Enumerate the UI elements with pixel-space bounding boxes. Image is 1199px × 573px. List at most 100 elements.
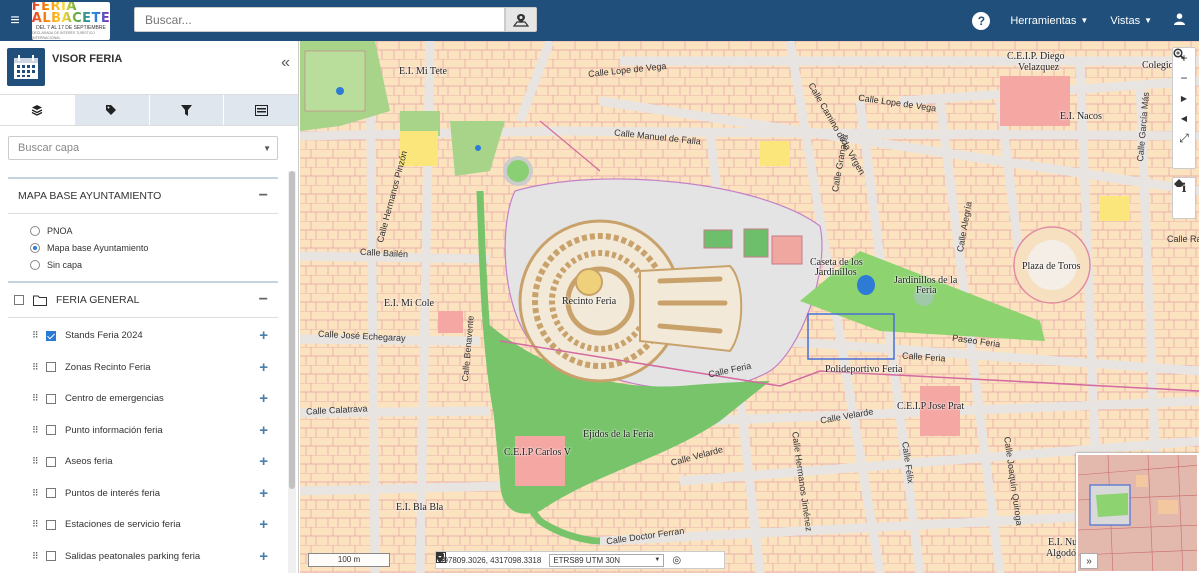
group-checkbox[interactable]: [14, 295, 24, 305]
map-label: E.I. Mi Cole: [384, 298, 434, 309]
user-icon[interactable]: [1174, 13, 1185, 28]
tab-legend[interactable]: [224, 95, 298, 125]
previous-view-icon[interactable]: ◀: [1173, 108, 1195, 128]
layer-row[interactable]: ⠿ Aseos feria +: [8, 446, 278, 478]
herramientas-menu[interactable]: Herramientas ▼: [1010, 15, 1088, 27]
drag-handle-icon[interactable]: ⠿: [32, 362, 40, 372]
drag-handle-icon[interactable]: ⠿: [32, 425, 40, 435]
layer-checkbox[interactable]: [46, 519, 56, 530]
radio-label: Sin capa: [47, 259, 83, 270]
plus-icon[interactable]: +: [259, 359, 268, 376]
radio-mapa-base[interactable]: Mapa base Ayuntamiento: [8, 239, 278, 256]
buscar-capa-placeholder: Buscar capa: [18, 142, 80, 154]
layer-row[interactable]: ⠿ Estaciones de servicio feria +: [8, 509, 278, 541]
tab-layers[interactable]: [0, 95, 75, 125]
collapse-minus-icon[interactable]: −: [259, 187, 268, 205]
buscar-capa-select[interactable]: Buscar capa ▼: [8, 136, 278, 160]
plus-icon[interactable]: +: [259, 390, 268, 407]
overview-map[interactable]: »: [1076, 453, 1199, 573]
sidebar-tabs: [0, 94, 298, 126]
map-canvas[interactable]: E.I. Mi Tete C.E.I.P. Diego Velazquez E.…: [300, 41, 1199, 573]
drag-handle-icon[interactable]: ⠿: [32, 551, 40, 561]
sidebar-scrollbar[interactable]: [288, 171, 296, 573]
projection-value: ETRS89 UTM 30N: [553, 555, 621, 565]
radio-button[interactable]: [30, 259, 40, 270]
tab-tags[interactable]: [74, 95, 150, 125]
radio-sin-capa[interactable]: Sin capa: [8, 256, 278, 273]
radio-pnoa[interactable]: PNOA: [8, 222, 278, 239]
collapse-sidebar-icon[interactable]: «: [281, 54, 290, 72]
map-label: Ejidos de la Feria: [583, 429, 654, 440]
drag-handle-icon[interactable]: ⠿: [32, 331, 40, 340]
layer-row[interactable]: ⠿ Stands Feria 2024 +: [8, 320, 278, 352]
hamburger-menu-icon[interactable]: ≡: [0, 0, 30, 41]
map-label: E.I. Nacos: [1060, 111, 1102, 122]
overview-toggle-button[interactable]: »: [1080, 553, 1098, 569]
layer-checkbox[interactable]: [46, 362, 56, 373]
locate-search-button[interactable]: [505, 7, 537, 32]
collapse-minus-icon[interactable]: −: [259, 291, 268, 309]
base-map-header[interactable]: MAPA BASE AYUNTAMIENTO −: [8, 177, 278, 213]
scrollbar-thumb[interactable]: [289, 171, 295, 489]
eraser-icon[interactable]: [1173, 179, 1195, 218]
chevron-down-icon: ▼: [1144, 16, 1152, 25]
map-label: C.E.I.P Carlos V: [504, 447, 571, 458]
feria-general-section: FERIA GENERAL − ⠿ Stands Feria 2024 + ⠿ Zon…: [8, 281, 278, 572]
layer-row[interactable]: ⠿ Puntos de interés feria +: [8, 478, 278, 510]
layer-checkbox[interactable]: [46, 456, 56, 467]
radio-button[interactable]: [30, 225, 40, 236]
chevron-down-icon: ▼: [654, 557, 661, 563]
layer-label: Puntos de interés feria: [65, 487, 161, 499]
search-input[interactable]: [134, 7, 505, 32]
layer-checkbox[interactable]: [46, 330, 56, 341]
map-toolbar: + − ▶ ◀ ⤢: [1172, 47, 1196, 169]
base-map-section: MAPA BASE AYUNTAMIENTO − PNOA Mapa base …: [8, 177, 278, 273]
coordinates-readout: 597809.3026, 4317098.3318: [439, 555, 542, 565]
drag-handle-icon[interactable]: ⠿: [32, 488, 40, 498]
layer-row[interactable]: ⠿ Zonas Recinto Feria +: [8, 352, 278, 384]
radio-button[interactable]: [30, 242, 40, 253]
layers-icon: [31, 105, 43, 116]
layer-label: Zonas Recinto Feria: [65, 361, 151, 373]
chevron-down-icon: ▼: [263, 143, 271, 153]
zoom-out-icon[interactable]: −: [1173, 68, 1195, 88]
plus-icon[interactable]: +: [259, 422, 268, 439]
drag-handle-icon[interactable]: ⠿: [32, 520, 40, 529]
plus-icon[interactable]: +: [259, 516, 268, 533]
layer-checkbox[interactable]: [46, 425, 56, 436]
plus-icon[interactable]: +: [259, 327, 268, 344]
map-label: Colegio: [1142, 60, 1174, 71]
tab-filter[interactable]: [149, 95, 225, 125]
target-icon[interactable]: ◎: [672, 555, 681, 566]
drag-handle-icon[interactable]: ⠿: [32, 457, 40, 466]
feria-general-header[interactable]: FERIA GENERAL −: [8, 281, 278, 317]
vistas-menu[interactable]: Vistas ▼: [1110, 15, 1152, 27]
map-label: C.E.I.P. Diego: [1007, 51, 1065, 62]
next-view-icon[interactable]: ▶: [1173, 88, 1195, 108]
layer-checkbox[interactable]: [46, 488, 56, 499]
visor-title: VISOR FERIA: [52, 53, 123, 65]
map-label: Velazquez: [1018, 62, 1060, 73]
plus-icon[interactable]: +: [259, 548, 268, 565]
scale-bar: 100 m: [308, 553, 390, 567]
layer-label: Estaciones de servicio feria: [65, 519, 181, 531]
layer-checkbox[interactable]: [46, 551, 56, 562]
herramientas-label: Herramientas: [1010, 14, 1077, 27]
projection-select[interactable]: ETRS89 UTM 30N ▼: [549, 553, 665, 567]
map-label: E.I. Mi Tete: [399, 66, 447, 77]
map-label: Recinto Feria: [562, 296, 617, 307]
layer-label: Punto información feria: [65, 424, 163, 436]
layer-row[interactable]: ⠿ Centro de emergencias +: [8, 383, 278, 415]
help-icon[interactable]: ?: [972, 11, 991, 30]
plus-icon[interactable]: +: [259, 485, 268, 502]
feria-logo[interactable]: FERIA ALBACETE DEL 7 AL 17 DE SEPTIEMBRE…: [32, 2, 110, 40]
plus-icon[interactable]: +: [259, 453, 268, 470]
layer-row[interactable]: ⠿ Salidas peatonales parking feria +: [8, 541, 278, 573]
layer-checkbox[interactable]: [46, 393, 56, 404]
drag-handle-icon[interactable]: ⠿: [32, 394, 40, 403]
map-label: Polideportivo Feria: [825, 364, 903, 375]
zoom-box-icon[interactable]: [1173, 48, 1195, 168]
base-map-title: MAPA BASE AYUNTAMIENTO: [18, 190, 162, 202]
layer-row[interactable]: ⠿ Punto información feria +: [8, 415, 278, 447]
full-extent-icon[interactable]: ⤢: [1173, 128, 1195, 148]
